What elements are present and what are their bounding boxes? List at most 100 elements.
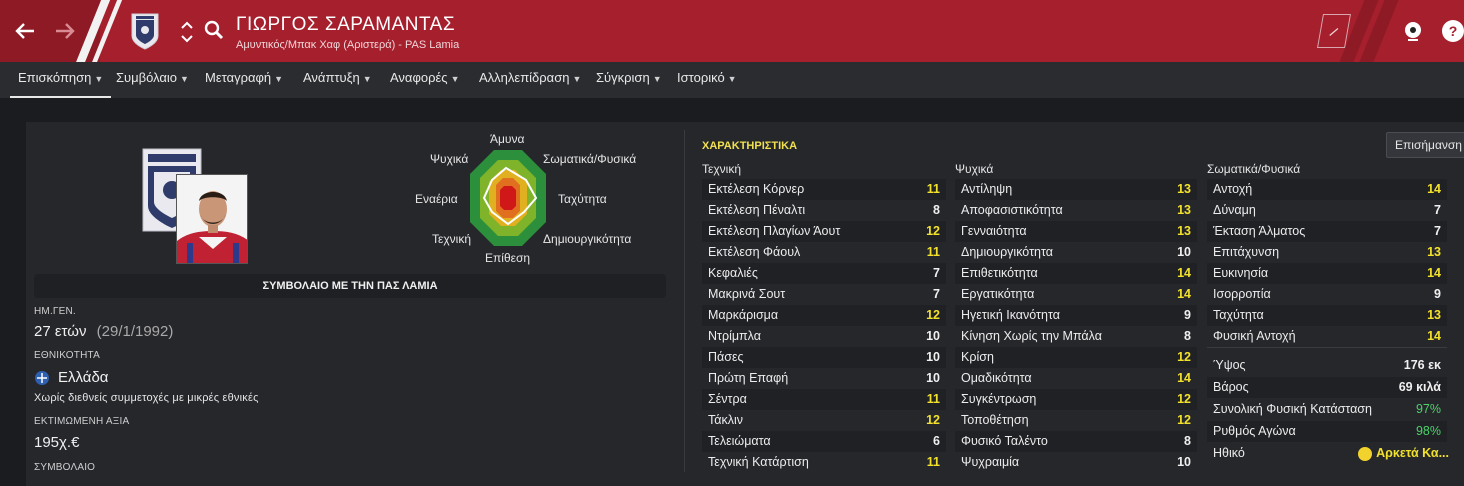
contract-bar[interactable]: ΣΥΜΒΟΛΑΙΟ ΜΕ ΤΗΝ ΠΑΣ ΛΑΜΙΑ <box>34 274 666 298</box>
mental-attribute-row[interactable]: Αντίληψη 13 <box>955 179 1197 200</box>
attribute-value: 13 <box>1427 308 1441 322</box>
mental-attribute-row[interactable]: Γενναιότητα 13 <box>955 221 1197 242</box>
mental-attribute-row[interactable]: Αποφασιστικότητα 13 <box>955 200 1197 221</box>
greece-nation-icon <box>35 370 49 385</box>
question-icon: ? <box>1448 23 1458 39</box>
attribute-name: Εκτέλεση Πέναλτι <box>708 203 806 217</box>
mental-attribute-row[interactable]: Φυσικό Ταλέντο 8 <box>955 431 1197 452</box>
nationality-label: ΕΘΝΙΚΟΤΗΤΑ <box>34 350 100 361</box>
attribute-name: Τάκλιν <box>708 413 744 427</box>
tab-reports[interactable]: Αναφορές ▼ <box>390 62 460 98</box>
physical-attribute-row[interactable]: Ισορροπία 9 <box>1207 284 1447 305</box>
technical-attribute-row[interactable]: Εκτέλεση Πέναλτι 8 <box>702 200 946 221</box>
info-value: Αρκετά Κα... <box>1358 443 1449 464</box>
nationality-value[interactable]: Ελλάδα <box>34 369 108 386</box>
mental-attribute-row[interactable]: Εργατικότητα 14 <box>955 284 1197 305</box>
technical-attribute-row[interactable]: Εκτέλεση Φάουλ 11 <box>702 242 946 263</box>
search-icon[interactable] <box>204 20 224 40</box>
info-name: Ρυθμός Αγώνα <box>1213 424 1296 438</box>
player-photo <box>176 174 248 264</box>
attribute-name: Εκτέλεση Φάουλ <box>708 245 801 259</box>
technical-attribute-row[interactable]: Τάκλιν 12 <box>702 410 946 431</box>
tab-development[interactable]: Ανάπτυξη ▼ <box>303 62 372 98</box>
highlight-button[interactable]: Επισήμανση <box>1386 132 1464 158</box>
morale-value: Αρκετά Κα... <box>1376 446 1449 460</box>
mental-attribute-row[interactable]: Επιθετικότητα 14 <box>955 263 1197 284</box>
forward-button[interactable] <box>52 18 78 44</box>
info-name: Βάρος <box>1213 380 1249 394</box>
tab-bar: Επισκόπηση ▼ Συμβόλαιο ▼ Μεταγραφή ▼ Ανάπτυ… <box>0 62 1464 98</box>
attribute-value: 13 <box>1427 245 1441 259</box>
tab-interaction[interactable]: Αλληλεπίδραση ▼ <box>479 62 581 98</box>
ball-menu-button[interactable] <box>1402 20 1424 42</box>
physical-info-row[interactable]: Ηθικό Αρκετά Κα... <box>1207 443 1449 464</box>
technical-attribute-row[interactable]: Μαρκάρισμα 12 <box>702 305 946 326</box>
tab-transfer[interactable]: Μεταγραφή ▼ <box>205 62 283 98</box>
attribute-value: 11 <box>926 182 940 196</box>
attribute-name: Επιθετικότητα <box>961 266 1038 280</box>
technical-header: Τεχνική <box>702 162 741 176</box>
tab-overview[interactable]: Επισκόπηση ▼ <box>10 62 112 98</box>
tab-history[interactable]: Ιστορικό ▼ <box>677 62 737 98</box>
player-position-club[interactable]: Αμυντικός/Μπακ Χαφ (Αριστερά) - PAS Lami… <box>236 39 459 51</box>
physical-attribute-row[interactable]: Ευκινησία 14 <box>1207 263 1447 284</box>
technical-attribute-row[interactable]: Τελειώματα 6 <box>702 431 946 452</box>
attribute-name: Επιτάχυνση <box>1213 245 1280 259</box>
physical-attribute-row[interactable]: Δύναμη 7 <box>1207 200 1447 221</box>
mental-attribute-row[interactable]: Συγκέντρωση 12 <box>955 389 1197 410</box>
mental-attribute-row[interactable]: Ομαδικότητα 14 <box>955 368 1197 389</box>
technical-attribute-row[interactable]: Πάσες 10 <box>702 347 946 368</box>
attribute-value: 13 <box>1177 182 1191 196</box>
player-header: ΓΙΩΡΓΟΣ ΣΑΡΑΜΑΝΤΑΣ Αμυντικός/Μπακ Χαφ (Α… <box>0 0 1464 62</box>
attribute-value: 11 <box>926 392 940 406</box>
technical-attribute-row[interactable]: Τεχνική Κατάρτιση 11 <box>702 452 946 473</box>
attribute-name: Αντοχή <box>1213 182 1253 196</box>
attribute-value: 14 <box>1177 371 1191 385</box>
attribute-value: 7 <box>933 266 940 280</box>
attribute-value: 14 <box>1427 329 1441 343</box>
chevron-down-icon: ▼ <box>572 74 582 84</box>
mental-attribute-row[interactable]: Ηγετική Ικανότητα 9 <box>955 305 1197 326</box>
mental-attribute-row[interactable]: Ψυχραιμία 10 <box>955 452 1197 473</box>
technical-attribute-row[interactable]: Σέντρα 11 <box>702 389 946 410</box>
attribute-value: 11 <box>926 455 940 469</box>
technical-attribute-row[interactable]: Μακρινά Σουτ 7 <box>702 284 946 305</box>
attribute-value: 10 <box>926 350 940 364</box>
attribute-value: 7 <box>1434 203 1441 217</box>
back-button[interactable] <box>12 18 38 44</box>
attribute-value: 10 <box>926 371 940 385</box>
attribute-value: 9 <box>1434 287 1441 301</box>
physical-attribute-row[interactable]: Αντοχή 14 <box>1207 179 1447 200</box>
club-badge-icon[interactable] <box>130 12 160 50</box>
attribute-value: 6 <box>933 434 940 448</box>
technical-attribute-row[interactable]: Πρώτη Επαφή 10 <box>702 368 946 389</box>
mental-attribute-row[interactable]: Δημιουργικότητα 10 <box>955 242 1197 263</box>
physical-attribute-row[interactable]: Επιτάχυνση 13 <box>1207 242 1447 263</box>
tab-contract[interactable]: Συμβόλαιο ▼ <box>116 62 189 98</box>
attribute-value: 10 <box>1177 245 1191 259</box>
attribute-value: 14 <box>1427 266 1441 280</box>
physical-header: Σωματικά/Φυσικά <box>1207 162 1301 176</box>
mental-attribute-row[interactable]: Κρίση 12 <box>955 347 1197 368</box>
chevron-down-icon: ▼ <box>362 74 372 84</box>
mental-attribute-row[interactable]: Κίνηση Χωρίς την Μπάλα 8 <box>955 326 1197 347</box>
physical-attribute-row[interactable]: Φυσική Αντοχή 14 <box>1207 326 1447 347</box>
physical-attribute-row[interactable]: Ταχύτητα 13 <box>1207 305 1447 326</box>
attribute-name: Πρώτη Επαφή <box>708 371 789 385</box>
technical-attribute-row[interactable]: Κεφαλιές 7 <box>702 263 946 284</box>
physical-attribute-row[interactable]: Έκταση Άλματος 7 <box>1207 221 1447 242</box>
attribute-name: Εκτέλεση Πλαγίων Άουτ <box>708 224 841 238</box>
attribute-name: Γενναιότητα <box>961 224 1027 238</box>
nationality: Ελλάδα <box>58 369 109 386</box>
tab-comparison[interactable]: Σύγκριση ▼ <box>596 62 662 98</box>
technical-attribute-row[interactable]: Εκτέλεση Πλαγίων Άουτ 12 <box>702 221 946 242</box>
attribute-name: Ντρίμπλα <box>708 329 761 343</box>
player-switch-arrows[interactable] <box>180 18 194 46</box>
attribute-value: 14 <box>1427 182 1441 196</box>
technical-attribute-row[interactable]: Εκτέλεση Κόρνερ 11 <box>702 179 946 200</box>
help-button[interactable]: ? <box>1442 20 1464 42</box>
technical-attribute-row[interactable]: Ντρίμπλα 10 <box>702 326 946 347</box>
edit-button[interactable] <box>1317 14 1351 48</box>
mental-attribute-row[interactable]: Τοποθέτηση 12 <box>955 410 1197 431</box>
attribute-name: Κρίση <box>961 350 994 364</box>
